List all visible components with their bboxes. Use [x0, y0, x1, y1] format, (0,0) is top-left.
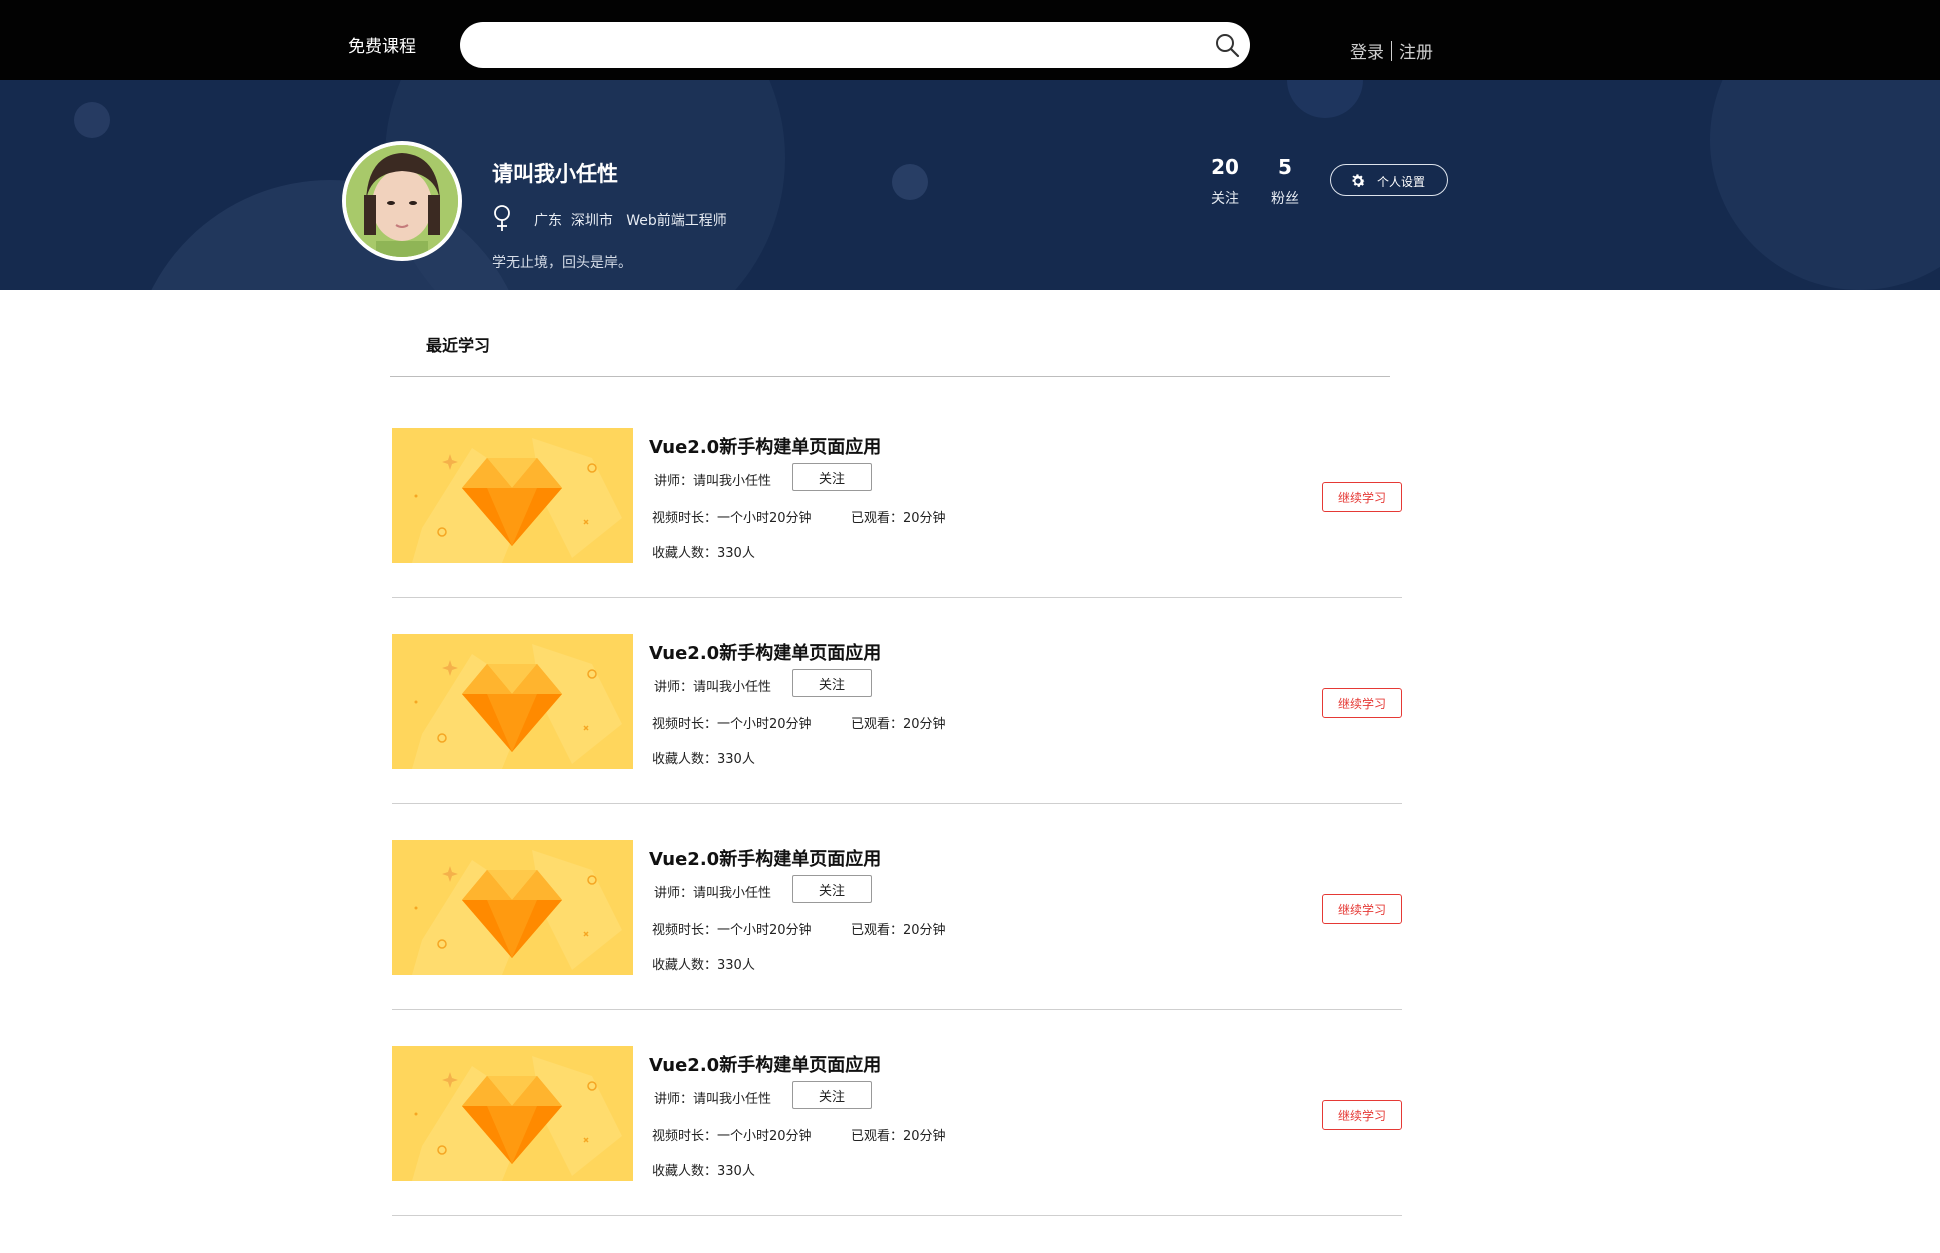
gear-icon [1352, 174, 1366, 187]
avatar[interactable] [342, 141, 462, 261]
course-divider [392, 1215, 1402, 1216]
diamond-icon [392, 634, 633, 769]
follow-button[interactable]: 关注 [792, 463, 872, 491]
course-thumbnail[interactable] [392, 1046, 633, 1181]
course-collect-count: 收藏人数：330人 [652, 752, 755, 767]
course-collect-count: 收藏人数：330人 [652, 958, 755, 973]
course-collect-count: 收藏人数：330人 [652, 546, 755, 561]
course-teacher: 讲师：请叫我小任性 [654, 474, 772, 489]
course-duration: 视频时长：一个小时20分钟 [652, 1129, 812, 1144]
course-duration: 视频时长：一个小时20分钟 [652, 923, 812, 938]
nav-free-courses[interactable]: 免费课程 [348, 32, 416, 57]
banner-decoration [74, 80, 1940, 290]
continue-learning-button[interactable]: 继续学习 [1322, 482, 1402, 512]
course-watched: 已观看：20分钟 [851, 511, 946, 526]
profile-banner: 请叫我小任性 广东 深圳市 Web前端工程师 学无止境，回头是岸。 20 关注 … [0, 80, 1940, 290]
course-collect-count: 收藏人数：330人 [652, 1164, 755, 1179]
course-divider [392, 597, 1402, 598]
course-item: Vue2.0新手构建单页面应用 讲师：请叫我小任性 关注 视频时长：一个小时20… [392, 810, 1402, 1016]
course-watched: 已观看：20分钟 [851, 923, 946, 938]
course-title[interactable]: Vue2.0新手构建单页面应用 [649, 845, 881, 871]
settings-label: 个人设置 [1377, 175, 1426, 189]
profile-name: 请叫我小任性 [492, 162, 618, 186]
course-title[interactable]: Vue2.0新手构建单页面应用 [649, 1051, 881, 1077]
course-title[interactable]: Vue2.0新手构建单页面应用 [649, 639, 881, 665]
search-input[interactable] [478, 30, 1202, 62]
fans-stat[interactable]: 5 粉丝 [1265, 155, 1305, 208]
course-item: Vue2.0新手构建单页面应用 讲师：请叫我小任性 关注 视频时长：一个小时20… [392, 604, 1402, 810]
course-duration: 视频时长：一个小时20分钟 [652, 717, 812, 732]
diamond-icon [392, 428, 633, 563]
top-navbar: 免费课程 登录 注册 [0, 0, 1940, 80]
fans-count: 5 [1278, 155, 1292, 179]
settings-button[interactable]: 个人设置 [1330, 164, 1448, 196]
follow-button[interactable]: 关注 [792, 669, 872, 697]
diamond-icon [392, 840, 633, 975]
continue-learning-button[interactable]: 继续学习 [1322, 1100, 1402, 1130]
course-divider [392, 803, 1402, 804]
search-icon[interactable] [1214, 32, 1240, 58]
login-link[interactable]: 登录 [1350, 43, 1384, 63]
section-title: 最近学习 [426, 336, 491, 355]
following-stat[interactable]: 20 关注 [1205, 155, 1245, 208]
continue-learning-button[interactable]: 继续学习 [1322, 894, 1402, 924]
course-teacher: 讲师：请叫我小任性 [654, 680, 772, 695]
course-thumbnail[interactable] [392, 840, 633, 975]
continue-learning-button[interactable]: 继续学习 [1322, 688, 1402, 718]
course-teacher: 讲师：请叫我小任性 [654, 1092, 772, 1107]
female-icon [494, 205, 510, 231]
profile-motto: 学无止境，回头是岸。 [492, 255, 632, 271]
follow-button[interactable]: 关注 [792, 875, 872, 903]
course-watched: 已观看：20分钟 [851, 717, 946, 732]
auth-links: 登录 注册 [1350, 38, 1433, 63]
following-label: 关注 [1211, 191, 1239, 207]
course-thumbnail[interactable] [392, 634, 633, 769]
course-item: Vue2.0新手构建单页面应用 讲师：请叫我小任性 关注 视频时长：一个小时20… [392, 1016, 1402, 1222]
course-divider [392, 1009, 1402, 1010]
diamond-icon [392, 1046, 633, 1181]
register-link[interactable]: 注册 [1399, 43, 1433, 63]
following-count: 20 [1211, 155, 1239, 179]
auth-divider [1391, 41, 1392, 61]
course-teacher: 讲师：请叫我小任性 [654, 886, 772, 901]
course-item: Vue2.0新手构建单页面应用 讲师：请叫我小任性 关注 视频时长：一个小时20… [392, 398, 1402, 604]
profile-location: 广东 深圳市 Web前端工程师 [534, 213, 727, 229]
search-bar[interactable] [460, 22, 1250, 68]
course-thumbnail[interactable] [392, 428, 633, 563]
course-watched: 已观看：20分钟 [851, 1129, 946, 1144]
follow-button[interactable]: 关注 [792, 1081, 872, 1109]
section-divider [390, 376, 1390, 377]
course-title[interactable]: Vue2.0新手构建单页面应用 [649, 433, 881, 459]
course-duration: 视频时长：一个小时20分钟 [652, 511, 812, 526]
fans-label: 粉丝 [1271, 191, 1299, 207]
